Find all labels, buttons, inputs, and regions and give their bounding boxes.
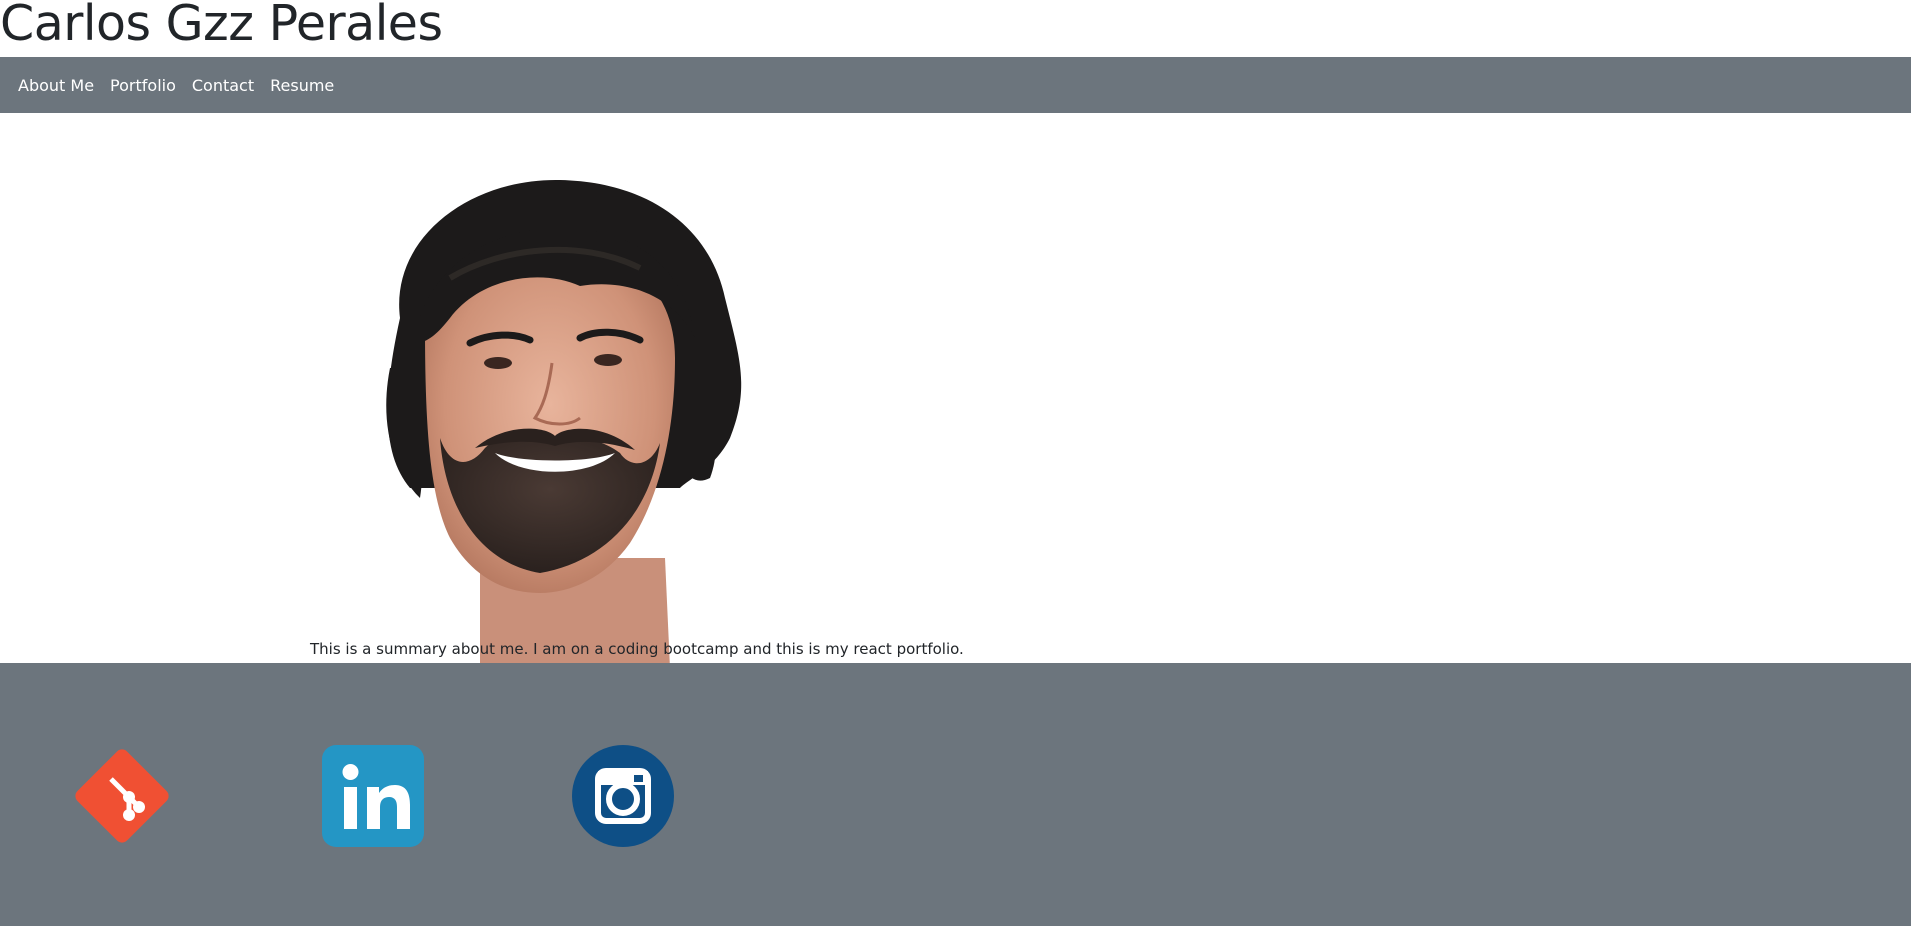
- page-title: Carlos Gzz Perales: [0, 0, 443, 52]
- nav-item-about: About Me: [10, 76, 102, 95]
- footer: [0, 663, 1911, 926]
- instagram-link[interactable]: [572, 745, 674, 847]
- linkedin-link[interactable]: [322, 745, 424, 847]
- navbar: About Me Portfolio Contact Resume: [0, 57, 1911, 113]
- about-section: This is a summary about me. I am on a co…: [0, 113, 1911, 736]
- nav-link-contact[interactable]: Contact: [184, 76, 262, 95]
- site-header: Carlos Gzz Perales: [0, 0, 1911, 57]
- nav-link-about-me[interactable]: About Me: [10, 76, 102, 95]
- nav-link-resume[interactable]: Resume: [262, 76, 342, 95]
- nav-list: About Me Portfolio Contact Resume: [10, 57, 342, 113]
- instagram-icon: [572, 745, 674, 847]
- nav-item-contact: Contact: [184, 76, 262, 95]
- nav-item-resume: Resume: [262, 76, 342, 95]
- about-summary: This is a summary about me. I am on a co…: [310, 640, 964, 658]
- git-link[interactable]: [71, 745, 173, 847]
- git-icon: [75, 749, 169, 843]
- nav-item-portfolio: Portfolio: [102, 76, 184, 95]
- nav-link-portfolio[interactable]: Portfolio: [102, 76, 184, 95]
- linkedin-icon: [322, 745, 424, 847]
